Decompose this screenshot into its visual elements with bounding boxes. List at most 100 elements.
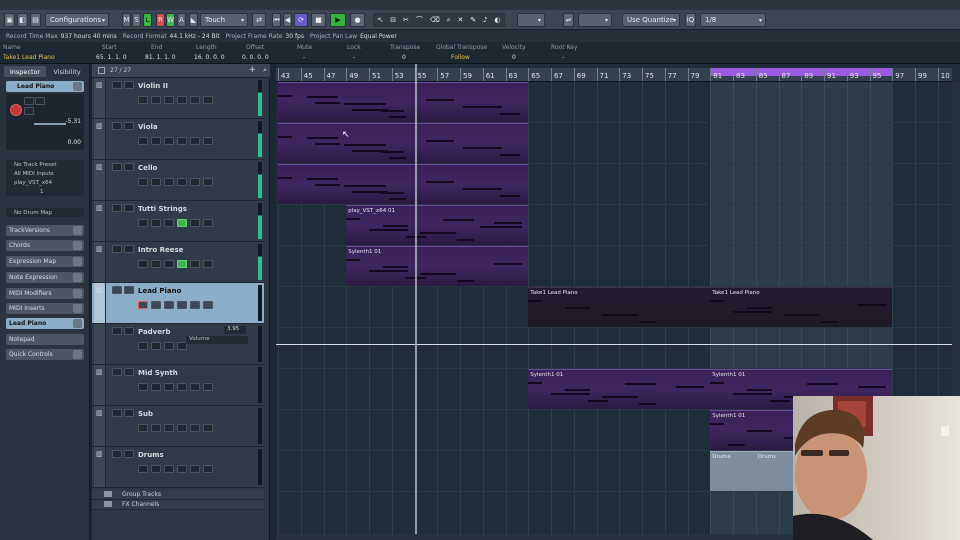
track-rec-button[interactable] (138, 260, 148, 268)
mute-value[interactable]: - (303, 54, 305, 61)
track-mute-button[interactable] (112, 122, 122, 130)
section-chords[interactable]: Chords (6, 240, 84, 251)
track-name[interactable]: Padverb (138, 328, 170, 336)
track-mute-button[interactable] (112, 245, 122, 253)
track-read-button[interactable] (177, 96, 187, 104)
solo-button[interactable]: S (132, 13, 141, 27)
track-name[interactable]: Tutti Strings (138, 205, 187, 213)
automation-panel-button[interactable]: A (177, 13, 186, 27)
track-read-button[interactable] (177, 178, 187, 186)
track-name[interactable]: Lead Piano (138, 287, 181, 295)
track-rec-button[interactable] (138, 383, 148, 391)
track-read-button[interactable] (177, 465, 187, 473)
track-rec-button[interactable] (138, 178, 148, 186)
track-mid-synth[interactable]: ▥ Mid Synth (92, 365, 264, 406)
track-edit-button[interactable] (164, 219, 174, 227)
start-value[interactable]: 65. 1. 1. 0 (96, 54, 127, 61)
track-monitor-button[interactable] (151, 219, 161, 227)
ruler[interactable]: 43 45 47 49 51 53 55 57 59 61 63 65 67 69 71 73 75 77 79 81… (276, 68, 952, 82)
track-edit-button[interactable] (164, 424, 174, 432)
track-color-strip[interactable] (94, 324, 106, 364)
track-monitor-button[interactable] (151, 342, 161, 350)
track-rec-button[interactable] (138, 465, 148, 473)
track-write-button[interactable] (190, 301, 200, 309)
erase-tool-icon[interactable]: ⌫ (430, 16, 440, 24)
track-solo-button[interactable] (124, 122, 134, 130)
track-edit-button[interactable] (164, 383, 174, 391)
project-cursor[interactable] (414, 64, 417, 534)
track-folder-lane-button[interactable] (203, 219, 213, 227)
color-dropdown[interactable] (517, 13, 545, 27)
track-folder-lane-button[interactable] (203, 260, 213, 268)
transpose-value[interactable]: 0 (402, 54, 406, 61)
iq-icon[interactable]: iQ (685, 13, 696, 27)
track-folder-lane-button[interactable] (203, 137, 213, 145)
track-padverb[interactable]: Padverb Volume 3.95 (92, 324, 264, 365)
track-name[interactable]: Intro Reese (138, 246, 183, 254)
track-solo-button[interactable] (124, 409, 134, 417)
activate-project-button[interactable]: ▣ (4, 13, 15, 27)
part-drums-a[interactable]: Drums (710, 451, 756, 491)
track-rec-button[interactable] (138, 424, 148, 432)
track-edit-button[interactable] (164, 342, 174, 350)
velocity-value[interactable]: 0 (512, 54, 516, 61)
listen-button[interactable]: L (143, 13, 152, 27)
automation-mode-icon[interactable]: ◣ (189, 13, 198, 27)
track-read-button[interactable] (177, 137, 187, 145)
go-to-start-icon[interactable]: ⏮ (272, 13, 281, 27)
quantize-value-dropdown[interactable]: 1/8 (700, 13, 766, 27)
track-folder-lane-button[interactable] (203, 424, 213, 432)
track-edit-button[interactable] (164, 465, 174, 473)
volume-slider[interactable] (34, 123, 66, 125)
section-trackversions[interactable]: TrackVersions (6, 225, 84, 236)
midi-output-field[interactable]: play_VST_x64 (6, 178, 84, 187)
volume-automation-line[interactable] (276, 344, 952, 345)
track-monitor-button[interactable] (151, 465, 161, 473)
track-monitor-button[interactable] (151, 424, 161, 432)
read-button[interactable]: R (156, 13, 165, 27)
drum-map-field[interactable]: No Drum Map (6, 208, 84, 217)
track-read-button[interactable] (177, 219, 187, 227)
track-mute-button[interactable] (112, 163, 122, 171)
track-monitor-button[interactable] (151, 137, 161, 145)
solo-track-button[interactable] (35, 97, 45, 105)
track-mute-button[interactable] (112, 81, 122, 89)
track-edit-button[interactable] (164, 137, 174, 145)
tab-visibility[interactable]: Visibility (47, 66, 87, 77)
part-lead-piano-a[interactable]: Take1 Lead Piano (528, 287, 711, 327)
zoom-tool-icon[interactable]: ⌕ (447, 16, 451, 25)
draw-tool-icon[interactable]: ✎ (470, 16, 476, 24)
constrain-delay-button[interactable]: ◧ (17, 13, 28, 27)
folder-group-tracks[interactable]: Group Tracks (92, 490, 264, 500)
root-key-value[interactable]: - (562, 54, 564, 61)
track-name[interactable]: Mid Synth (138, 369, 178, 377)
track-write-button[interactable] (190, 465, 200, 473)
track-folder-lane-button[interactable] (203, 383, 213, 391)
track-intro-reese[interactable]: ▥ Intro Reese (92, 242, 264, 283)
track-rec-button[interactable] (138, 342, 148, 350)
track-monitor-button[interactable] (151, 260, 161, 268)
part-intro-reese[interactable]: Sylenth1 01 (346, 246, 529, 286)
record-button[interactable]: ● (350, 13, 365, 27)
track-edit-button[interactable] (164, 96, 174, 104)
stop-button[interactable]: ■ (311, 13, 326, 27)
track-viola[interactable]: ▥ Viola (92, 119, 264, 160)
track-name[interactable]: Violin II (138, 82, 168, 90)
track-write-button[interactable] (190, 178, 200, 186)
track-rec-button[interactable] (138, 137, 148, 145)
track-mute-button[interactable] (112, 368, 122, 376)
track-write-button[interactable] (190, 383, 200, 391)
track-edit-button[interactable] (164, 260, 174, 268)
track-mute-button[interactable] (112, 409, 122, 417)
automation-value[interactable]: 3.95 (224, 326, 246, 334)
track-solo-button[interactable] (124, 204, 134, 212)
name-value[interactable]: Take1 Lead Piano (3, 54, 55, 61)
track-solo-button[interactable] (124, 163, 134, 171)
snap-icon[interactable]: ⇌ (563, 13, 574, 27)
track-sub[interactable]: ▥ Sub (92, 406, 264, 447)
track-solo-button[interactable] (124, 286, 134, 294)
track-lead-piano[interactable]: ▥ Lead Piano (92, 283, 264, 324)
track-name[interactable]: Sub (138, 410, 153, 418)
track-mute-button[interactable] (112, 204, 122, 212)
track-folder-lane-button[interactable] (203, 465, 213, 473)
